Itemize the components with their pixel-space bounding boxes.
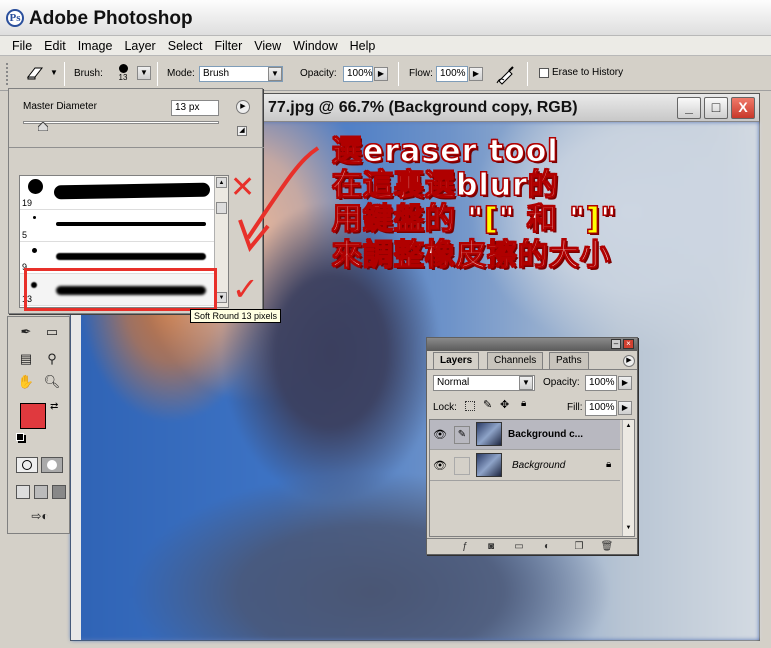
tab-layers[interactable]: Layers bbox=[433, 352, 480, 369]
annotation-arrow-line bbox=[246, 146, 320, 240]
annotation-arrows bbox=[238, 146, 320, 253]
annotation-check-mark: ✓ bbox=[232, 270, 259, 308]
annotation-arrow-head bbox=[238, 219, 270, 253]
annotation-cross-mark: ✕ bbox=[230, 170, 256, 205]
annotation-line-4: 來調整橡皮擦的大小 bbox=[332, 238, 611, 274]
